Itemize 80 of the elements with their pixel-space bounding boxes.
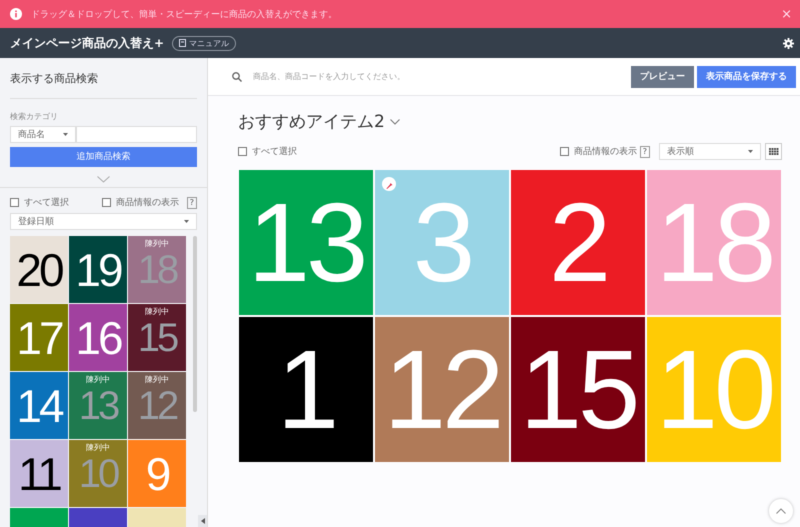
checkbox[interactable] <box>238 147 247 156</box>
manual-button[interactable]: マニュアル <box>172 36 236 50</box>
section-title: おすすめアイテム2 <box>238 111 385 133</box>
caret-left-icon <box>201 518 205 524</box>
product-number: 11 <box>18 450 60 496</box>
product-number: 3 <box>412 186 472 298</box>
product-tile[interactable]: 1 <box>239 317 373 462</box>
product-number: 15 <box>520 334 636 446</box>
product-tile[interactable]: 陳列中 13 <box>69 372 127 439</box>
product-tile[interactable]: 11 <box>10 440 68 507</box>
checkbox[interactable] <box>10 198 19 207</box>
sort-select[interactable]: 登録日順 <box>10 213 197 230</box>
checkbox-label: 商品情報の表示 <box>574 146 637 158</box>
product-tile[interactable]: 12 <box>375 317 509 462</box>
sort-select[interactable]: 表示順 <box>659 143 761 160</box>
product-tile[interactable]: 20 <box>10 236 68 303</box>
product-tile[interactable]: 14 <box>10 372 68 439</box>
checkbox-label: 商品情報の表示 <box>116 196 179 209</box>
grid-view-button[interactable] <box>765 143 782 160</box>
product-number: 9 <box>146 450 168 496</box>
product-tile[interactable]: 13 <box>239 170 373 315</box>
product-number: 14 <box>16 382 62 428</box>
close-button[interactable]: × <box>781 6 792 22</box>
product-tile[interactable]: 陳列中 15 <box>128 304 186 371</box>
status-label: 陳列中 <box>86 375 110 385</box>
category-select[interactable]: 商品名 <box>10 126 76 143</box>
product-number: 15 <box>138 318 176 358</box>
product-tile[interactable]: 17 <box>10 304 68 371</box>
product-tile[interactable]: 16 <box>69 304 127 371</box>
product-tile[interactable]: 陳列中 12 <box>128 372 186 439</box>
product-number: 1 <box>276 334 336 446</box>
product-tile[interactable]: 陳列中 10 <box>69 440 127 507</box>
pin-icon[interactable] <box>382 177 396 191</box>
status-label: 陳列中 <box>145 239 169 249</box>
help-icon[interactable]: ? <box>640 146 650 158</box>
product-number: 12 <box>138 386 176 426</box>
caret-icon <box>63 133 68 136</box>
save-button[interactable]: 表示商品を保存する <box>697 66 796 88</box>
banner-message: ドラッグ＆ドロップして、簡単・スピーディーに商品の入替えができます。 <box>31 8 338 20</box>
product-number: 13 <box>248 186 364 298</box>
product-tile[interactable]: 15 <box>511 317 645 462</box>
checkbox-label: すべて選択 <box>252 146 297 158</box>
settings-icon[interactable] <box>783 38 794 48</box>
field-label: 検索カテゴリ <box>10 111 59 122</box>
product-number: 20 <box>16 246 62 292</box>
product-number: 2 <box>548 186 608 298</box>
caret-icon <box>748 150 753 153</box>
status-label: 陳列中 <box>145 375 169 385</box>
search-field[interactable]: 商品名、商品コードを入力してください。 <box>251 71 628 82</box>
checkbox-label: すべて選択 <box>24 196 69 209</box>
grid-icon <box>768 148 778 155</box>
product-tile[interactable]: 2 <box>511 170 645 315</box>
caret-icon <box>184 220 189 223</box>
scroll-top-button[interactable] <box>769 499 793 523</box>
checkbox[interactable] <box>102 198 111 207</box>
chevron-down-icon[interactable] <box>390 118 400 124</box>
product-number: 18 <box>656 186 772 298</box>
search-input[interactable] <box>76 126 197 143</box>
product-number: 10 <box>78 454 118 494</box>
product-number: 10 <box>656 334 772 446</box>
info-icon <box>10 8 22 20</box>
product-tile[interactable]: 19 <box>69 236 127 303</box>
search-button[interactable]: 追加商品検索 <box>10 147 197 167</box>
collapse-button[interactable] <box>198 515 207 527</box>
help-icon[interactable]: ? <box>186 196 197 208</box>
product-number: 12 <box>384 334 500 446</box>
product-number: 19 <box>75 246 121 292</box>
product-number: 16 <box>75 314 121 360</box>
product-number: 13 <box>78 386 118 426</box>
preview-button[interactable]: プレビュー <box>631 66 694 88</box>
book-icon <box>179 39 186 47</box>
search-icon <box>232 72 242 82</box>
checkbox[interactable] <box>560 147 569 156</box>
chevron-up-icon <box>776 508 786 514</box>
scrollbar[interactable] <box>193 236 197 412</box>
product-number: 17 <box>16 314 62 360</box>
status-label: 陳列中 <box>145 307 169 317</box>
status-label: 陳列中 <box>86 443 110 453</box>
page-title: メインページ商品の入替え+ <box>10 34 164 52</box>
panel-title: 表示する商品検索 <box>10 58 197 99</box>
